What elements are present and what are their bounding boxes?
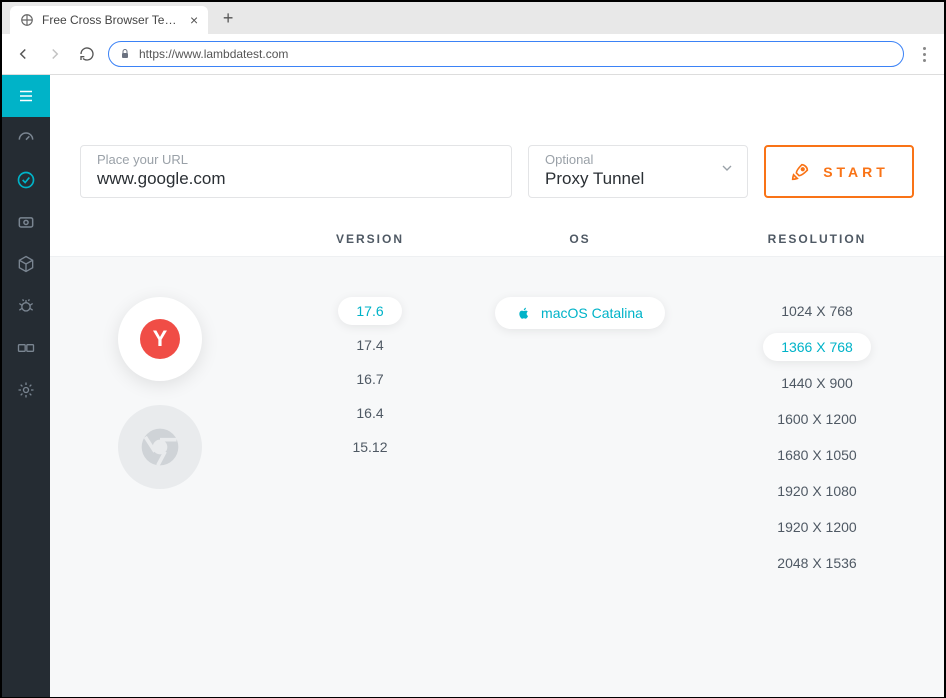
sidebar-dashboard-icon[interactable]: [2, 117, 50, 159]
new-tab-button[interactable]: +: [216, 6, 240, 30]
browser-yandex[interactable]: Y: [118, 297, 202, 381]
proxy-value: Proxy Tunnel: [545, 169, 644, 189]
apple-icon: [517, 305, 531, 321]
browser-tab[interactable]: Free Cross Browser Testing Clou ×: [10, 6, 208, 34]
rocket-icon: [789, 161, 811, 183]
version-option[interactable]: 17.6: [338, 297, 401, 325]
header-os: OS: [470, 232, 690, 246]
version-column: 17.6 17.4 16.7 16.4 15.12: [270, 297, 470, 697]
selection-grid: Y 17.6 17.4 16.7 16.4 15.12 macOS Catalina 1…: [50, 257, 944, 697]
resolution-option[interactable]: 1366 X 768: [763, 333, 871, 361]
version-option[interactable]: 17.4: [338, 331, 401, 359]
os-option-label: macOS Catalina: [541, 305, 643, 321]
os-column: macOS Catalina: [470, 297, 690, 697]
column-headers: VERSION OS RESOLUTION: [50, 222, 944, 257]
sidebar-integrations-icon[interactable]: [2, 327, 50, 369]
resolution-option[interactable]: 1920 X 1200: [759, 513, 874, 541]
resolution-option[interactable]: 1600 X 1200: [759, 405, 874, 433]
tab-title: Free Cross Browser Testing Clou: [42, 13, 182, 27]
resolution-option[interactable]: 2048 X 1536: [759, 549, 874, 577]
header-version: VERSION: [270, 232, 470, 246]
sidebar-menu-toggle[interactable]: [2, 75, 50, 117]
sidebar-settings-icon[interactable]: [2, 369, 50, 411]
browser-menu-button[interactable]: [914, 47, 934, 62]
address-bar[interactable]: https://www.lambdatest.com: [108, 41, 904, 67]
resolution-column: 1024 X 768 1366 X 768 1440 X 900 1600 X 120…: [690, 297, 944, 697]
start-button[interactable]: START: [764, 145, 914, 198]
sidebar-screenshot-icon[interactable]: [2, 201, 50, 243]
resolution-option[interactable]: 1680 X 1050: [759, 441, 874, 469]
version-option[interactable]: 15.12: [334, 433, 405, 461]
yandex-icon: Y: [140, 319, 180, 359]
tab-close-icon[interactable]: ×: [190, 12, 198, 28]
version-option[interactable]: 16.4: [338, 399, 401, 427]
start-button-label: START: [823, 164, 889, 180]
os-option-macos-catalina[interactable]: macOS Catalina: [495, 297, 665, 329]
browser-column: Y: [50, 297, 270, 697]
proxy-tunnel-select[interactable]: Optional Proxy Tunnel: [528, 145, 748, 198]
resolution-option[interactable]: 1024 X 768: [763, 297, 871, 325]
resolution-option[interactable]: 1440 X 900: [763, 369, 871, 397]
lock-icon: [119, 48, 131, 60]
browser-chrome[interactable]: [118, 405, 202, 489]
forward-button[interactable]: [44, 43, 66, 65]
back-button[interactable]: [12, 43, 34, 65]
header-browser: [50, 232, 270, 246]
browser-tab-bar: Free Cross Browser Testing Clou × +: [2, 2, 944, 34]
tab-favicon-icon: [20, 13, 34, 27]
sidebar-bug-icon[interactable]: [2, 285, 50, 327]
chrome-icon: [138, 425, 182, 469]
config-top-row: Place your URL www.google.com Optional P…: [50, 75, 944, 222]
url-field[interactable]: Place your URL www.google.com: [80, 145, 512, 198]
reload-button[interactable]: [76, 43, 98, 65]
address-text: https://www.lambdatest.com: [139, 47, 288, 61]
sidebar-cube-icon[interactable]: [2, 243, 50, 285]
url-field-value: www.google.com: [97, 169, 495, 189]
sidebar-realtime-icon[interactable]: [2, 159, 50, 201]
version-option[interactable]: 16.7: [338, 365, 401, 393]
url-field-label: Place your URL: [97, 152, 495, 167]
browser-toolbar: https://www.lambdatest.com: [2, 34, 944, 74]
resolution-option[interactable]: 1920 X 1080: [759, 477, 874, 505]
proxy-label: Optional: [545, 152, 644, 167]
chevron-down-icon: [719, 160, 735, 181]
header-resolution: RESOLUTION: [690, 232, 944, 246]
sidebar: [2, 75, 50, 697]
